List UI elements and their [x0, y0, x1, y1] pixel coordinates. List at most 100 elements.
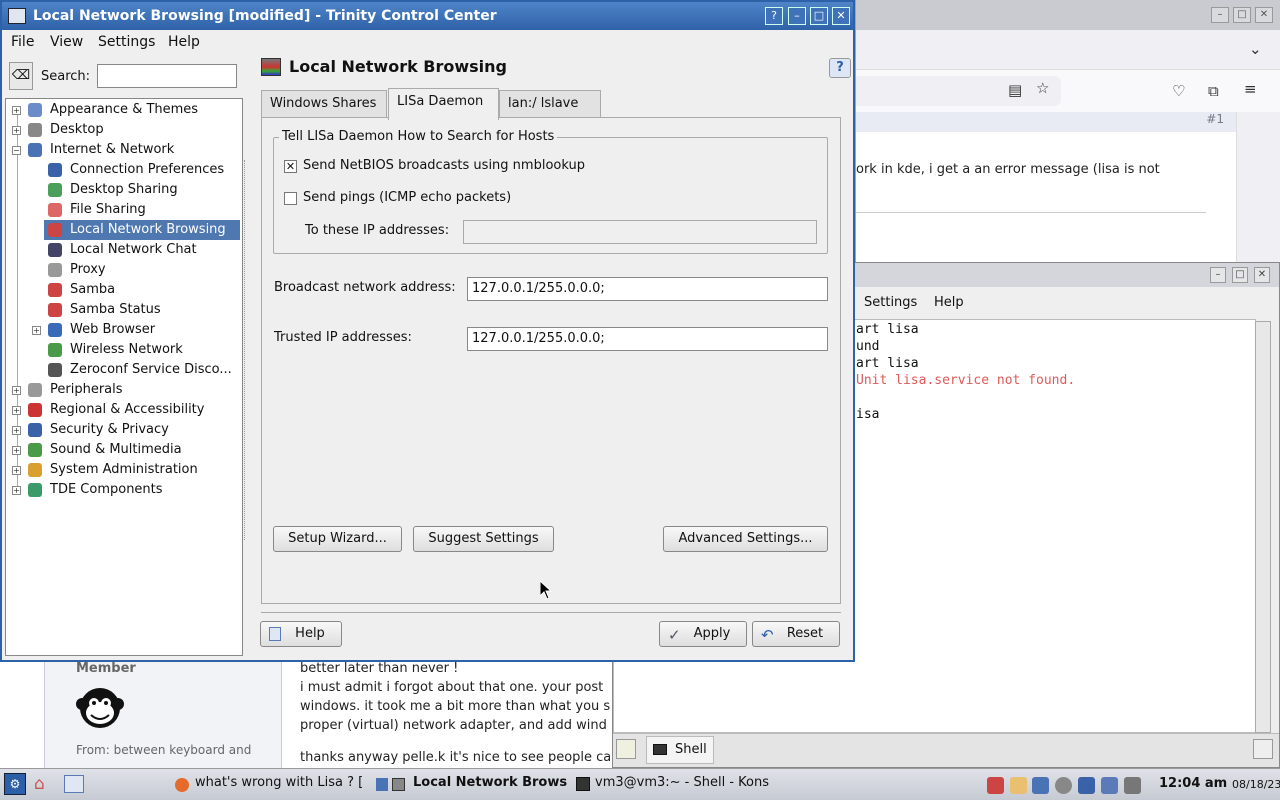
expand-icon[interactable]: + [12, 426, 21, 435]
ip-addresses-input[interactable] [463, 220, 817, 244]
tree-item[interactable]: + Desktop [6, 120, 240, 140]
clear-search-button[interactable]: ⌫ [9, 62, 33, 90]
module-icon [48, 183, 62, 197]
help-button[interactable]: Help [260, 621, 342, 647]
start-menu-icon[interactable]: ⚙ [4, 773, 26, 795]
expand-icon[interactable]: + [12, 106, 21, 115]
menu-icon[interactable]: ≡ [1244, 80, 1257, 98]
close-icon[interactable]: ✕ [1254, 267, 1270, 283]
advanced-settings-button[interactable]: Advanced Settings... [663, 526, 828, 552]
menu-help[interactable]: Help [934, 295, 964, 310]
terminal-scrollbar[interactable] [1255, 321, 1271, 733]
monkey-avatar [76, 688, 124, 728]
expand-icon[interactable]: + [12, 486, 21, 495]
pane-splitter[interactable] [244, 160, 248, 540]
network-tray-icon[interactable] [987, 777, 1004, 794]
expand-icon[interactable]: + [12, 466, 21, 475]
minimize-icon[interactable]: – [1210, 267, 1226, 283]
expand-icon[interactable]: + [32, 326, 41, 335]
extensions-icon[interactable]: ⧉ [1208, 82, 1219, 100]
taskbar-item-browser[interactable]: what's wrong with Lisa ? [ [195, 775, 367, 790]
tree-item[interactable]: Zeroconf Service Disco... [6, 360, 240, 380]
expand-icon[interactable]: + [12, 446, 21, 455]
trusted-input[interactable]: 127.0.0.1/255.0.0.0; [467, 327, 828, 351]
broadcast-input[interactable]: 127.0.0.1/255.0.0.0; [467, 277, 828, 301]
new-session-icon[interactable] [616, 739, 636, 759]
menu-help[interactable]: Help [168, 34, 200, 50]
tab-shell[interactable]: Shell [646, 736, 714, 764]
monitor-tray-icon[interactable] [1101, 777, 1118, 794]
menubar: File View Settings Help [2, 30, 853, 56]
terminal-line: art lisa [856, 356, 919, 371]
tree-item[interactable]: Samba [6, 280, 240, 300]
menu-settings[interactable]: Settings [864, 295, 917, 310]
reader-view-icon[interactable]: ▤ [1008, 81, 1022, 99]
collapse-icon[interactable]: − [12, 146, 21, 155]
close-session-icon[interactable] [1253, 739, 1273, 759]
printer-tray-icon[interactable] [1124, 777, 1141, 794]
tab-lisa-daemon[interactable]: LISa Daemon [388, 88, 499, 120]
suggest-settings-button[interactable]: Suggest Settings [413, 526, 554, 552]
menu-view[interactable]: View [50, 34, 83, 50]
star-icon[interactable]: ☆ [1036, 79, 1049, 97]
tree-item[interactable]: + TDE Components [6, 480, 240, 500]
search-input[interactable] [97, 64, 237, 88]
chevron-down-icon[interactable]: ⌄ [1249, 40, 1262, 58]
whats-this-icon[interactable]: ? [829, 58, 851, 78]
maximize-icon[interactable]: □ [810, 7, 828, 25]
update-tray-icon[interactable] [1055, 777, 1072, 794]
tab-windows-shares[interactable]: Windows Shares [261, 90, 387, 118]
tree-item[interactable]: Connection Preferences [6, 160, 240, 180]
url-bar[interactable]: ▤ ☆ [856, 76, 1061, 106]
expand-icon[interactable]: + [12, 406, 21, 415]
tab-lan-ioslave[interactable]: lan:/ lslave [499, 90, 601, 118]
nmblookup-checkbox[interactable]: ✕ [284, 160, 297, 173]
close-icon[interactable]: ✕ [832, 7, 850, 25]
tree-item-label: Regional & Accessibility [50, 402, 205, 417]
pings-label[interactable]: Send pings (ICMP echo packets) [303, 190, 511, 205]
tree-item[interactable]: − Internet & Network [6, 140, 240, 160]
tree-item[interactable]: Samba Status [6, 300, 240, 320]
tree-item[interactable]: + Appearance & Themes [6, 100, 240, 120]
tree-item[interactable]: + Regional & Accessibility [6, 400, 240, 420]
close-icon[interactable]: ✕ [1255, 7, 1273, 23]
taskbar-item-konsole[interactable]: vm3@vm3:~ - Shell - Kons [595, 775, 770, 790]
setup-wizard-button[interactable]: Setup Wizard... [273, 526, 402, 552]
tree-item[interactable]: Local Network Browsing [44, 220, 240, 240]
tree-item[interactable]: Wireless Network [6, 340, 240, 360]
tree-item[interactable]: Desktop Sharing [6, 180, 240, 200]
maximize-icon[interactable]: □ [1233, 7, 1251, 23]
user-tray-icon[interactable] [1078, 777, 1095, 794]
tree-item[interactable]: + Peripherals [6, 380, 240, 400]
apply-button[interactable]: ✓ Apply [659, 621, 747, 647]
browser-scrollbar[interactable] [1236, 112, 1280, 262]
maximize-icon[interactable]: □ [1232, 267, 1248, 283]
tree-item[interactable]: + Web Browser [6, 320, 240, 340]
home-icon[interactable]: ⌂ [34, 774, 45, 794]
expand-icon[interactable]: + [12, 126, 21, 135]
menu-file[interactable]: File [11, 34, 34, 50]
nmblookup-label[interactable]: Send NetBIOS broadcasts using nmblookup [303, 158, 585, 173]
app-icon[interactable] [8, 8, 26, 24]
taskbar-item-control-center[interactable]: Local Network Brows [413, 775, 567, 790]
minimize-icon[interactable]: – [788, 7, 806, 25]
control-center-icon[interactable] [64, 775, 84, 793]
display-tray-icon[interactable] [1032, 777, 1049, 794]
expand-icon[interactable]: + [12, 386, 21, 395]
help-icon[interactable]: ? [765, 7, 783, 25]
pocket-icon[interactable]: ♡ [1172, 82, 1185, 100]
tree-item[interactable]: File Sharing [6, 200, 240, 220]
window-title: Local Network Browsing [modified] - Trin… [33, 8, 497, 24]
clock[interactable]: 12:04 am [1159, 776, 1227, 791]
reset-button[interactable]: ↶ Reset [752, 621, 840, 647]
tree-item[interactable]: Local Network Chat [6, 240, 240, 260]
window-titlebar[interactable]: Local Network Browsing [modified] - Trin… [2, 2, 853, 30]
pings-checkbox[interactable] [284, 192, 297, 205]
menu-settings[interactable]: Settings [98, 34, 155, 50]
tree-item[interactable]: Proxy [6, 260, 240, 280]
tree-item[interactable]: + Security & Privacy [6, 420, 240, 440]
klipper-tray-icon[interactable] [1010, 777, 1027, 794]
tree-item[interactable]: + System Administration [6, 460, 240, 480]
minimize-icon[interactable]: – [1211, 7, 1229, 23]
tree-item[interactable]: + Sound & Multimedia [6, 440, 240, 460]
